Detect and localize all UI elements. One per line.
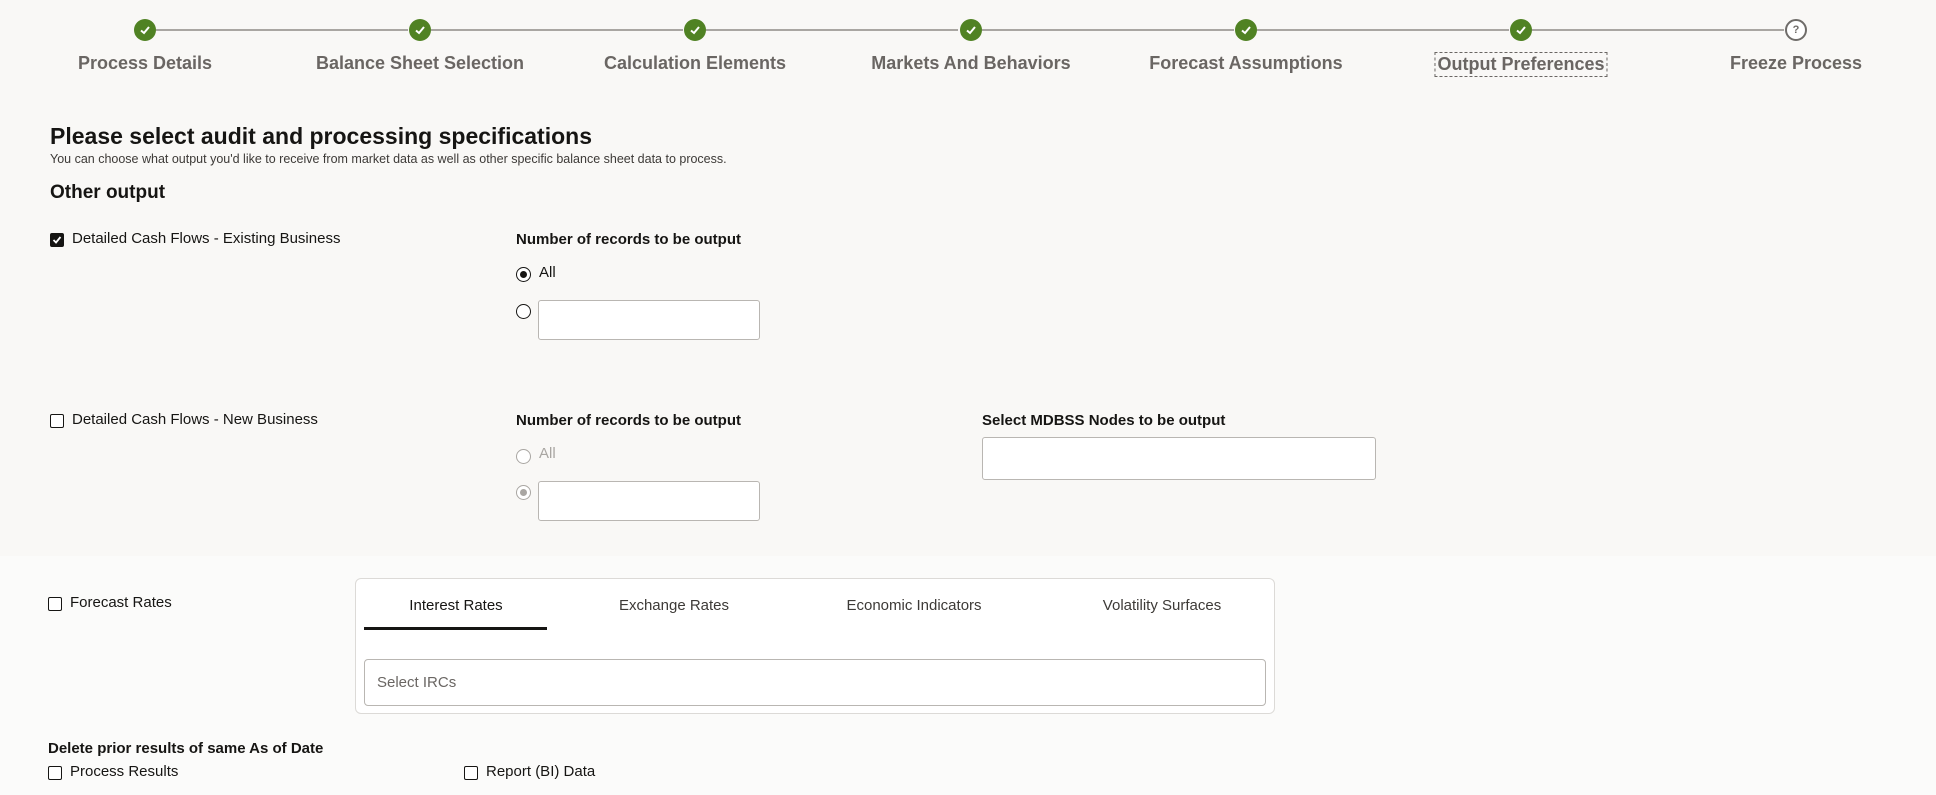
step-complete-icon[interactable] [1510, 19, 1532, 41]
new-business-option[interactable]: Detailed Cash Flows - New Business [50, 411, 318, 428]
page-subtitle: You can choose what output you'd like to… [50, 152, 727, 166]
existing-records-count-input[interactable] [538, 300, 760, 340]
step-process-details[interactable]: Process Details [76, 52, 214, 75]
new-records-all-radio[interactable] [516, 449, 531, 464]
step-freeze-process[interactable]: Freeze Process [1728, 52, 1864, 75]
process-results-checkbox[interactable] [48, 766, 62, 780]
new-records-label: Number of records to be output [516, 412, 741, 429]
report-bi-data-checkbox[interactable] [464, 766, 478, 780]
tab-interest-rates[interactable]: Interest Rates [409, 597, 502, 614]
step-complete-icon[interactable] [409, 19, 431, 41]
train-connector [431, 29, 683, 31]
train-connector [156, 29, 408, 31]
forecast-rates-tabs-card: Interest Rates Exchange Rates Economic I… [355, 578, 1275, 714]
new-records-all-label: All [539, 445, 556, 462]
active-tab-indicator [364, 627, 547, 630]
step-pending-icon[interactable]: ? [1785, 19, 1807, 41]
train-connector [982, 29, 1234, 31]
select-ircs-input[interactable]: Select IRCs [364, 659, 1266, 706]
existing-records-label: Number of records to be output [516, 231, 741, 248]
step-complete-icon[interactable] [960, 19, 982, 41]
new-business-checkbox[interactable] [50, 414, 64, 428]
step-pending-marker: ? [1792, 23, 1800, 36]
step-output-preferences[interactable]: Output Preferences [1434, 52, 1608, 77]
step-markets-and-behaviors[interactable]: Markets And Behaviors [869, 52, 1072, 75]
existing-records-all-label: All [539, 264, 556, 281]
delete-prior-heading: Delete prior results of same As of Date [48, 740, 324, 757]
new-records-count-input[interactable] [538, 481, 760, 521]
step-complete-icon[interactable] [1235, 19, 1257, 41]
train-connector [706, 29, 958, 31]
new-records-count-radio[interactable] [516, 485, 531, 500]
step-complete-icon[interactable] [134, 19, 156, 41]
train-connector [1532, 29, 1784, 31]
mdbss-nodes-label: Select MDBSS Nodes to be output [982, 412, 1226, 429]
process-results-option[interactable]: Process Results [48, 763, 178, 780]
forecast-rates-label: Forecast Rates [70, 594, 172, 611]
report-bi-data-label: Report (BI) Data [486, 763, 596, 780]
existing-business-label: Detailed Cash Flows - Existing Business [72, 230, 341, 247]
existing-business-option[interactable]: Detailed Cash Flows - Existing Business [50, 230, 340, 247]
existing-records-count-radio[interactable] [516, 304, 531, 319]
process-results-label: Process Results [70, 763, 179, 780]
step-balance-sheet-selection[interactable]: Balance Sheet Selection [314, 52, 526, 75]
step-complete-icon[interactable] [684, 19, 706, 41]
train-connector [1257, 29, 1509, 31]
tab-volatility-surfaces[interactable]: Volatility Surfaces [1103, 597, 1221, 614]
existing-business-checkbox[interactable] [50, 233, 64, 247]
page-title: Please select audit and processing speci… [50, 123, 592, 149]
tab-exchange-rates[interactable]: Exchange Rates [619, 597, 729, 614]
mdbss-nodes-input[interactable] [982, 437, 1376, 480]
other-output-heading: Other output [50, 182, 166, 203]
forecast-rates-option[interactable]: Forecast Rates [48, 594, 172, 611]
existing-records-all-radio[interactable] [516, 267, 531, 282]
step-forecast-assumptions[interactable]: Forecast Assumptions [1147, 52, 1344, 75]
step-calculation-elements[interactable]: Calculation Elements [602, 52, 788, 75]
forecast-rates-checkbox[interactable] [48, 597, 62, 611]
report-bi-data-option[interactable]: Report (BI) Data [464, 763, 595, 780]
process-train: Process Details Balance Sheet Selection … [0, 0, 1936, 80]
tab-economic-indicators[interactable]: Economic Indicators [846, 597, 981, 614]
new-business-label: Detailed Cash Flows - New Business [72, 411, 318, 428]
